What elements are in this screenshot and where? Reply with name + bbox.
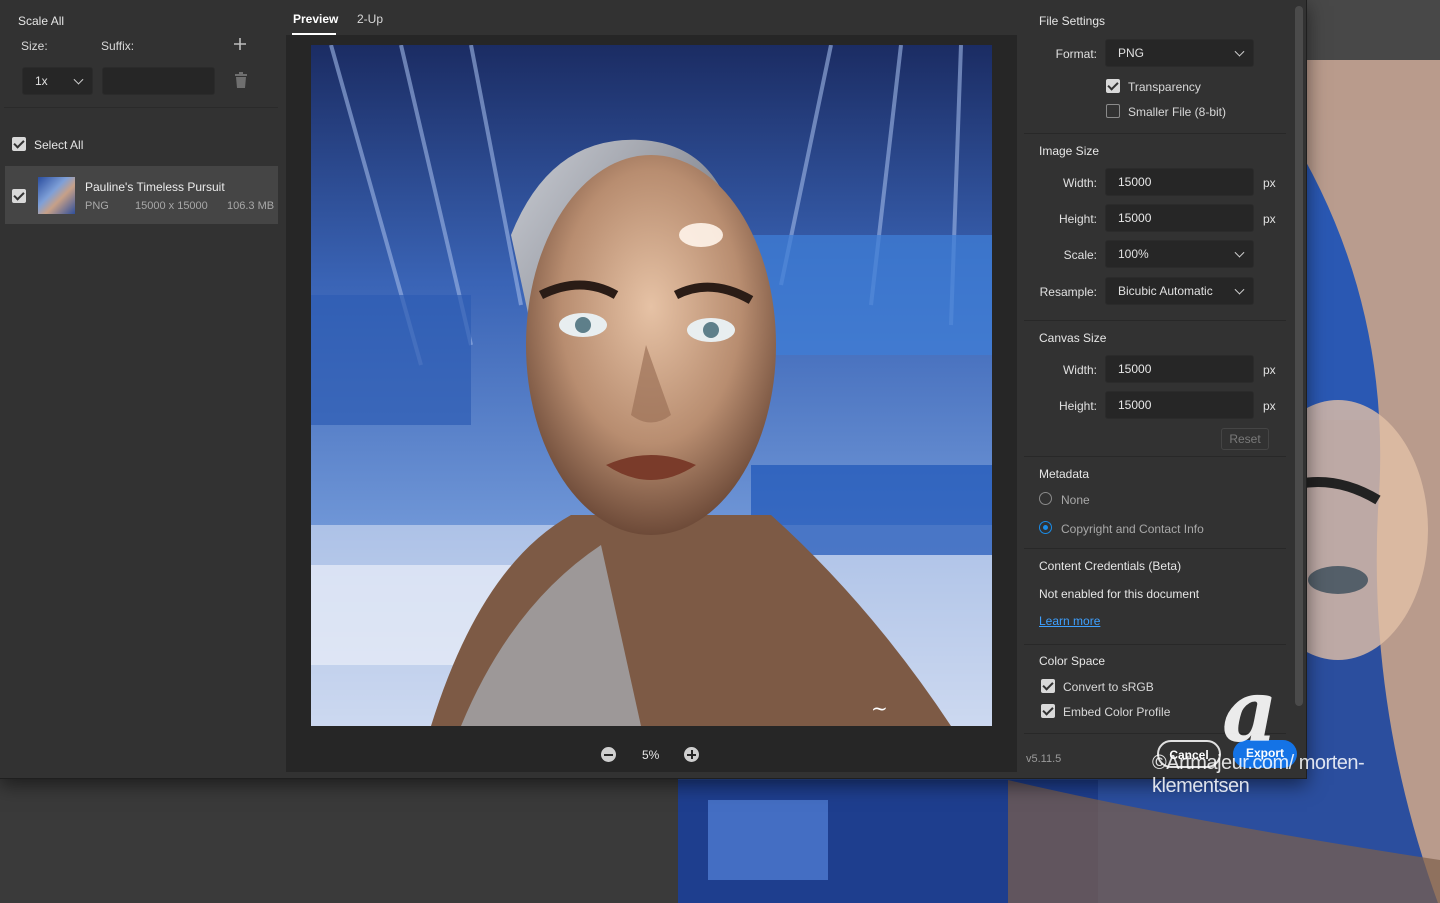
metadata-title: Metadata (1039, 467, 1090, 481)
tab-2-up[interactable]: 2-Up (357, 12, 383, 26)
metadata-copyright-label: Copyright and Contact Info (1061, 522, 1204, 536)
tab-preview[interactable]: Preview (293, 12, 338, 26)
image-size-title: Image Size (1039, 144, 1100, 158)
scale-all-title: Scale All (18, 14, 65, 28)
right-panel-scrollbar[interactable] (1295, 6, 1303, 706)
artwork-signature: ~ (871, 696, 888, 720)
select-all-checkbox[interactable] (12, 137, 26, 151)
canvas-width-input[interactable]: 15000 (1105, 355, 1254, 383)
metadata-section: Metadata None Copyright and Contact Info (1024, 458, 1286, 549)
learn-more-link[interactable]: Learn more (1039, 614, 1100, 628)
size-label: Size: (21, 39, 48, 53)
suffix-input[interactable] (102, 67, 215, 95)
chevron-down-icon (1234, 284, 1245, 295)
file-checkbox[interactable] (12, 189, 26, 203)
file-format: PNG (85, 200, 109, 212)
scale-label: Scale: (1063, 248, 1097, 262)
canvas-height-unit: px (1263, 399, 1276, 413)
trash-icon-shape (235, 72, 247, 88)
format-select[interactable]: PNG (1105, 39, 1254, 67)
smaller-file-label: Smaller File (8-bit) (1128, 105, 1227, 119)
embed-profile-label: Embed Color Profile (1063, 705, 1171, 719)
left-panel: Scale All Size: Suffix: 1x Select All Pa… (0, 0, 281, 779)
chevron-down-icon (1234, 247, 1245, 258)
scale-select[interactable]: 100% (1105, 240, 1254, 268)
zoom-level: 5% (642, 748, 660, 762)
smaller-file-checkbox[interactable] (1106, 104, 1120, 118)
metadata-none-label: None (1061, 493, 1090, 507)
image-height-label: Height: (1058, 212, 1097, 226)
canvas-height-input[interactable]: 15000 (1105, 391, 1254, 419)
file-name: Pauline's Timeless Pursuit (85, 180, 225, 194)
size-select-value: 1x (35, 74, 48, 88)
metadata-none-radio[interactable] (1039, 492, 1052, 505)
file-list-item[interactable]: Pauline's Timeless Pursuit PNG 15000 x 1… (5, 166, 278, 224)
image-width-value: 15000 (1118, 175, 1152, 189)
canvas-size-title: Canvas Size (1039, 331, 1107, 345)
add-scale-icon[interactable] (233, 37, 247, 51)
format-select-value: PNG (1118, 46, 1145, 60)
zoom-in-button[interactable] (684, 747, 699, 762)
image-size-section: Image Size Width: 15000 px Height: 15000… (1024, 135, 1286, 321)
chevron-down-icon (73, 74, 84, 85)
content-credentials-section: Content Credentials (Beta) Not enabled f… (1024, 550, 1286, 645)
version-label: v5.11.5 (1026, 753, 1062, 765)
resample-select-value: Bicubic Automatic (1118, 284, 1213, 298)
select-all-label: Select All (34, 138, 84, 152)
chevron-down-icon (1234, 46, 1245, 57)
content-credentials-title: Content Credentials (Beta) (1039, 559, 1182, 573)
suffix-label: Suffix: (101, 39, 135, 53)
image-width-unit: px (1263, 176, 1276, 190)
resample-select[interactable]: Bicubic Automatic (1105, 277, 1254, 305)
plus-icon (234, 38, 246, 50)
image-width-input[interactable]: 15000 (1105, 168, 1254, 196)
metadata-copyright-radio[interactable] (1039, 521, 1052, 534)
transparency-label: Transparency (1128, 80, 1201, 94)
export-as-dialog: Scale All Size: Suffix: 1x Select All Pa… (0, 0, 1307, 779)
transparency-checkbox[interactable] (1106, 79, 1120, 93)
format-label: Format: (1055, 47, 1097, 61)
file-size: 106.3 MB (227, 200, 275, 212)
canvas-width-value: 15000 (1118, 362, 1152, 376)
content-credentials-status: Not enabled for this document (1039, 587, 1200, 601)
embed-profile-checkbox[interactable] (1041, 704, 1055, 718)
zoom-out-button[interactable] (601, 747, 616, 762)
canvas-width-label: Width: (1062, 363, 1097, 377)
color-space-title: Color Space (1039, 654, 1106, 668)
convert-srgb-checkbox[interactable] (1041, 679, 1055, 693)
file-thumbnail (38, 177, 75, 214)
scale-select-value: 100% (1118, 247, 1149, 261)
file-settings-title: File Settings (1039, 14, 1106, 28)
canvas-width-unit: px (1263, 363, 1276, 377)
convert-srgb-label: Convert to sRGB (1063, 680, 1154, 694)
resample-label: Resample: (1039, 285, 1097, 299)
watermark-text: ©Artmajeur.com/ morten-klementsen (1152, 752, 1365, 797)
canvas-size-section: Canvas Size Width: 15000 px Height: 1500… (1024, 322, 1286, 457)
file-settings-section: File Settings Format: PNG Transparency S… (1024, 0, 1286, 134)
canvas-height-value: 15000 (1118, 398, 1152, 412)
image-width-label: Width: (1062, 176, 1097, 190)
image-height-unit: px (1263, 212, 1276, 226)
preview-image: ~ (311, 45, 992, 726)
artmajeur-logo-icon: a (1222, 661, 1278, 762)
image-height-value: 15000 (1118, 211, 1152, 225)
reset-button[interactable]: Reset (1221, 428, 1269, 450)
trash-icon[interactable] (234, 72, 248, 88)
background-window-edge (1306, 0, 1440, 60)
size-select[interactable]: 1x (22, 67, 93, 95)
file-dimensions: 15000 x 15000 (135, 200, 208, 212)
image-height-input[interactable]: 15000 (1105, 204, 1254, 232)
preview-image-shapes: ~ (311, 45, 992, 726)
canvas-height-label: Height: (1058, 399, 1097, 413)
